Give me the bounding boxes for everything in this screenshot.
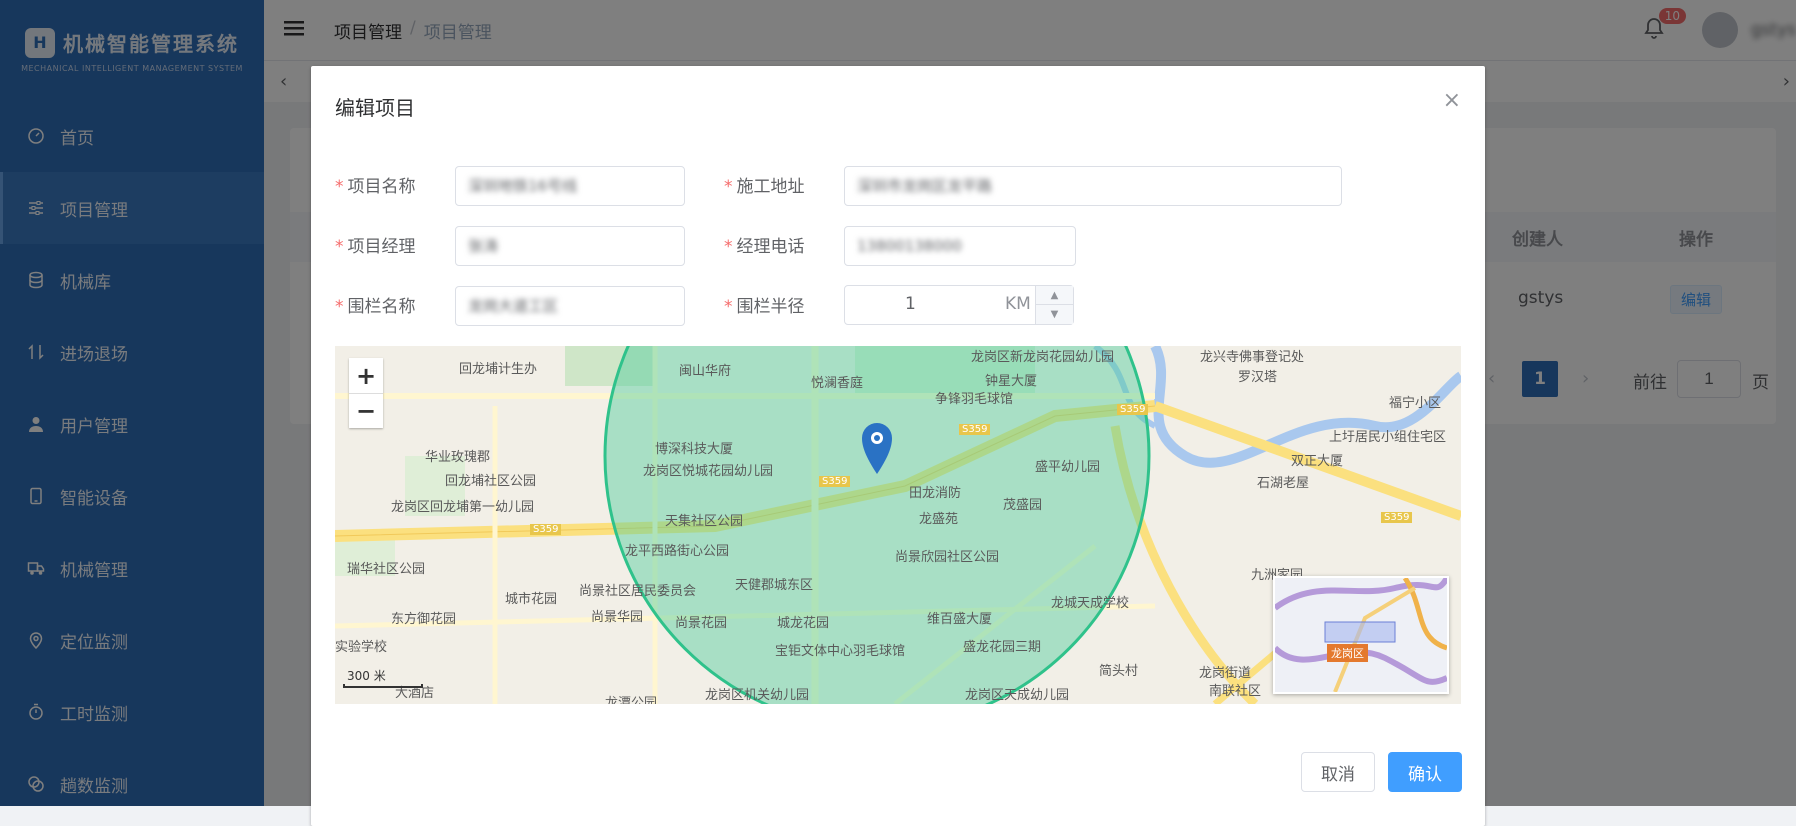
map-label: 城龙花园: [777, 616, 830, 631]
map-label: 盛平幼儿园: [1035, 460, 1101, 475]
project-name-label-text: 项目名称: [347, 177, 416, 197]
map-label: 龙城天成学校: [1051, 596, 1130, 611]
road-sign: S359: [530, 524, 562, 535]
fence-name-input[interactable]: 龙岗大道工区: [455, 286, 685, 326]
map-label: 瑞华社区公园: [347, 562, 426, 577]
zoom-control: + −: [349, 358, 383, 428]
map-label: 尚景花园: [675, 616, 728, 631]
address-label: * 施工地址: [724, 172, 805, 197]
map-label: 华业玫瑰郡: [425, 450, 491, 465]
district-badge: 龙岗区: [1327, 644, 1368, 662]
fence-radius-unit: KM: [1005, 294, 1031, 314]
map-label: 天健郡城东区: [735, 578, 814, 593]
scale-bar: [343, 684, 423, 688]
overview-map: [1275, 578, 1447, 692]
cancel-button[interactable]: 取消: [1301, 752, 1375, 792]
map-label: 罗汉塔: [1238, 370, 1278, 385]
required-mark: *: [335, 177, 344, 197]
fence-name-label-text: 围栏名称: [347, 297, 416, 317]
project-name-input[interactable]: 深圳地铁16号线: [455, 166, 685, 206]
map[interactable]: + − 回龙埔计生办 闽山华府 悦澜香庭 龙岗区新龙岗花园幼儿园 钟星大厦 争锋…: [335, 346, 1461, 704]
confirm-button[interactable]: 确认: [1388, 752, 1462, 792]
road-sign: S359: [959, 424, 991, 435]
road-sign: S359: [1381, 512, 1413, 523]
map-label: 茂盛园: [1003, 498, 1043, 513]
map-label: 天集社区公园: [665, 514, 744, 529]
map-label: 双正大厦: [1291, 454, 1344, 469]
manager-value: 张涛: [468, 237, 499, 255]
map-label: 简头村: [1099, 664, 1139, 679]
scale-label: 300 米: [347, 669, 386, 683]
map-label: 盛龙花园三期: [963, 640, 1042, 655]
map-label: 龙盛苑: [919, 512, 959, 527]
map-label: 回龙埔计生办: [459, 362, 538, 377]
map-label: 田龙消防: [909, 486, 962, 501]
phone-label: * 经理电话: [724, 232, 805, 257]
required-mark: *: [335, 237, 344, 257]
fence-radius-value: 1: [905, 294, 916, 314]
phone-input[interactable]: 13800138000: [844, 226, 1076, 266]
required-mark: *: [724, 237, 733, 257]
fence-radius-label: * 围栏半径: [724, 292, 805, 317]
zoom-in-button[interactable]: +: [349, 358, 383, 393]
map-label: 实验学校: [335, 640, 388, 655]
map-label: 福宁小区: [1389, 396, 1442, 411]
road-sign: S359: [1117, 404, 1149, 415]
fence-radius-input[interactable]: 1 KM ▲ ▼: [844, 285, 1074, 325]
manager-label: * 项目经理: [335, 232, 416, 257]
map-label: 城市花园: [505, 592, 558, 607]
edit-project-dialog: 编辑项目 × * 项目名称 深圳地铁16号线 * 施工地址 深圳市龙岗区龙平路 * 项…: [311, 66, 1485, 826]
map-label: 南联社区: [1209, 684, 1262, 699]
phone-value: 13800138000: [857, 237, 962, 255]
address-input[interactable]: 深圳市龙岗区龙平路: [844, 166, 1342, 206]
map-label: 博深科技大厦: [655, 442, 734, 457]
map-label: 回龙埔社区公园: [445, 474, 537, 489]
map-label: 龙岗区天成幼儿园: [965, 688, 1070, 703]
map-label: 龙岗区悦城花园幼儿园: [643, 464, 774, 479]
fence-name-label: * 围栏名称: [335, 292, 416, 317]
map-label: 尚景社区居民委员会: [579, 584, 697, 599]
map-label: 悦澜香庭: [811, 376, 864, 391]
map-label: 石湖老屋: [1257, 476, 1310, 491]
fence-name-value: 龙岗大道工区: [468, 297, 559, 315]
map-label: 东方御花园: [391, 612, 457, 627]
increase-arrow-icon[interactable]: ▲: [1035, 286, 1073, 305]
phone-label-text: 经理电话: [736, 237, 805, 257]
map-label: 龙岗区新龙岗花园幼儿园: [971, 350, 1115, 365]
project-name-value: 深圳地铁16号线: [468, 177, 578, 195]
map-label: 龙潭公园: [605, 696, 658, 704]
map-label: 龙平西路街心公园: [625, 544, 730, 559]
manager-label-text: 项目经理: [347, 237, 416, 257]
map-label: 尚景欣园社区公园: [895, 550, 1000, 565]
map-label: 宝钜文体中心羽毛球馆: [775, 644, 906, 659]
required-mark: *: [335, 297, 344, 317]
map-label: 钟星大厦: [985, 374, 1038, 389]
zoom-out-button[interactable]: −: [349, 393, 383, 428]
map-label: 争锋羽毛球馆: [935, 392, 1014, 407]
decrease-arrow-icon[interactable]: ▼: [1035, 305, 1073, 324]
close-icon[interactable]: ×: [1443, 88, 1461, 113]
required-mark: *: [724, 177, 733, 197]
address-label-text: 施工地址: [736, 177, 805, 197]
required-mark: *: [724, 297, 733, 317]
map-overview[interactable]: 龙岗区: [1273, 576, 1449, 694]
dialog-title: 编辑项目: [335, 96, 415, 120]
map-label: 龙兴寺佛事登记处: [1200, 350, 1305, 365]
map-label: 龙岗街道: [1199, 666, 1252, 681]
manager-input[interactable]: 张涛: [455, 226, 685, 266]
map-label: 闽山华府: [679, 364, 732, 379]
map-label: 龙岗区机关幼儿园: [705, 688, 810, 703]
map-label: 尚景华园: [591, 610, 644, 625]
map-label: 上圩居民小组住宅区: [1329, 430, 1447, 445]
fence-radius-label-text: 围栏半径: [736, 297, 805, 317]
map-label: 维百盛大厦: [927, 612, 993, 627]
map-label: 龙岗区回龙埔第一幼儿园: [391, 500, 535, 515]
address-value: 深圳市龙岗区龙平路: [857, 177, 993, 195]
project-name-label: * 项目名称: [335, 172, 416, 197]
road-sign: S359: [819, 476, 851, 487]
